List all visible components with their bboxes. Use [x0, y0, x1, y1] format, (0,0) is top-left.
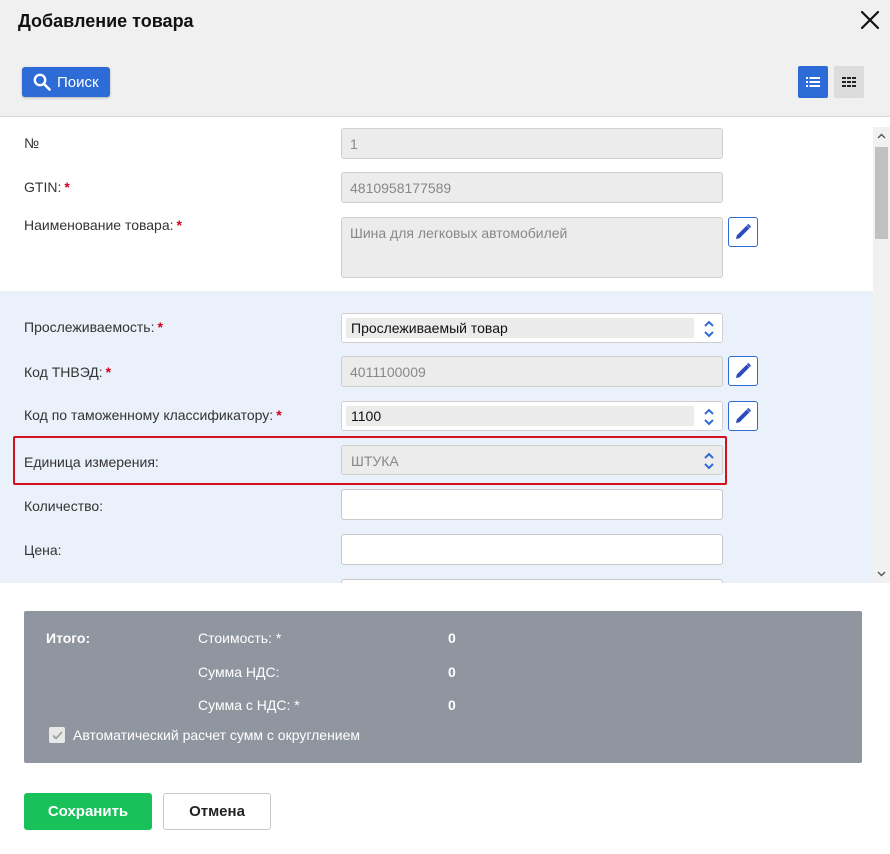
- number-label: №: [24, 135, 40, 151]
- required-mark: *: [276, 407, 282, 423]
- cost-value: 0: [448, 630, 456, 646]
- price-input[interactable]: [341, 534, 723, 565]
- cancel-button[interactable]: Отмена: [163, 793, 271, 830]
- dialog-header: Добавление товара Поиск: [0, 0, 890, 117]
- pencil-icon: [736, 223, 752, 239]
- gtin-field[interactable]: 4810958177589: [341, 172, 723, 203]
- customs-code-label: Код по таможенному классификатору: *: [24, 407, 282, 423]
- close-icon: [860, 10, 880, 30]
- close-button[interactable]: [858, 8, 882, 32]
- grid-view-button[interactable]: [834, 66, 864, 98]
- scroll-down-button[interactable]: [873, 567, 890, 581]
- list-view-button[interactable]: [798, 66, 828, 98]
- chevron-up-icon: [877, 133, 886, 139]
- auto-calc-checkbox[interactable]: [49, 727, 65, 743]
- unit-label: Единица измерения:: [24, 454, 159, 470]
- product-name-label: Наименование товара: *: [24, 217, 182, 233]
- customs-code-select[interactable]: 1100: [341, 401, 723, 431]
- with-vat-value: 0: [448, 697, 456, 713]
- traceability-value: Прослеживаемый товар: [346, 318, 694, 338]
- form-content: № 1 GTIN: * 4810958177589 Наименование то…: [0, 118, 873, 583]
- required-mark: *: [105, 364, 112, 380]
- traceability-select[interactable]: Прослеживаемый товар: [341, 313, 723, 343]
- chevron-updown-icon: [704, 408, 714, 426]
- list-view-icon: [806, 77, 820, 87]
- totals-panel: Итого: Стоимость: * 0 Сумма НДС: 0 Сумма…: [24, 611, 862, 763]
- with-vat-label: Сумма с НДС: *: [198, 697, 300, 713]
- dialog-title: Добавление товара: [18, 11, 194, 31]
- required-mark: *: [176, 217, 182, 233]
- pencil-icon: [736, 407, 752, 423]
- unit-select[interactable]: ШТУКА: [341, 445, 723, 475]
- required-mark: *: [64, 179, 70, 195]
- chevron-updown-icon: [704, 452, 714, 470]
- scroll-thumb[interactable]: [875, 147, 888, 239]
- gtin-label: GTIN: *: [24, 179, 70, 195]
- cost-label: Стоимость: *: [198, 630, 282, 646]
- grid-view-icon: [842, 77, 856, 87]
- search-button[interactable]: Поиск: [22, 67, 110, 97]
- form-scrollbar[interactable]: [873, 127, 890, 583]
- pencil-icon: [736, 362, 752, 378]
- tnved-label: Код ТНВЭД: *: [24, 364, 112, 380]
- quantity-input[interactable]: [341, 489, 723, 520]
- customs-code-value: 1100: [346, 406, 694, 426]
- required-mark: *: [157, 319, 163, 335]
- vat-label: Сумма НДС:: [198, 664, 280, 680]
- traceability-label: Прослеживаемость: *: [24, 319, 163, 335]
- save-button[interactable]: Сохранить: [24, 793, 152, 830]
- next-field-partial[interactable]: [341, 579, 723, 583]
- chevron-updown-icon: [704, 320, 714, 338]
- totals-heading: Итого:: [46, 630, 91, 646]
- search-button-label: Поиск: [57, 73, 99, 91]
- tnved-field[interactable]: 4011100009: [341, 356, 723, 387]
- quantity-label: Количество:: [24, 498, 104, 514]
- checkmark-icon: [51, 730, 63, 740]
- scroll-up-button[interactable]: [873, 129, 890, 143]
- number-field[interactable]: 1: [341, 128, 723, 159]
- search-icon: [33, 73, 51, 91]
- auto-calc-label: Автоматический расчет сумм с округлением: [73, 727, 361, 743]
- unit-value: ШТУКА: [351, 453, 399, 469]
- edit-customs-code-button[interactable]: [728, 401, 758, 431]
- vat-value: 0: [448, 664, 456, 680]
- edit-product-name-button[interactable]: [728, 217, 758, 247]
- edit-tnved-button[interactable]: [728, 356, 758, 386]
- product-name-field[interactable]: Шина для легковых автомобилей: [341, 217, 723, 278]
- chevron-down-icon: [877, 571, 886, 577]
- price-label: Цена:: [24, 542, 62, 558]
